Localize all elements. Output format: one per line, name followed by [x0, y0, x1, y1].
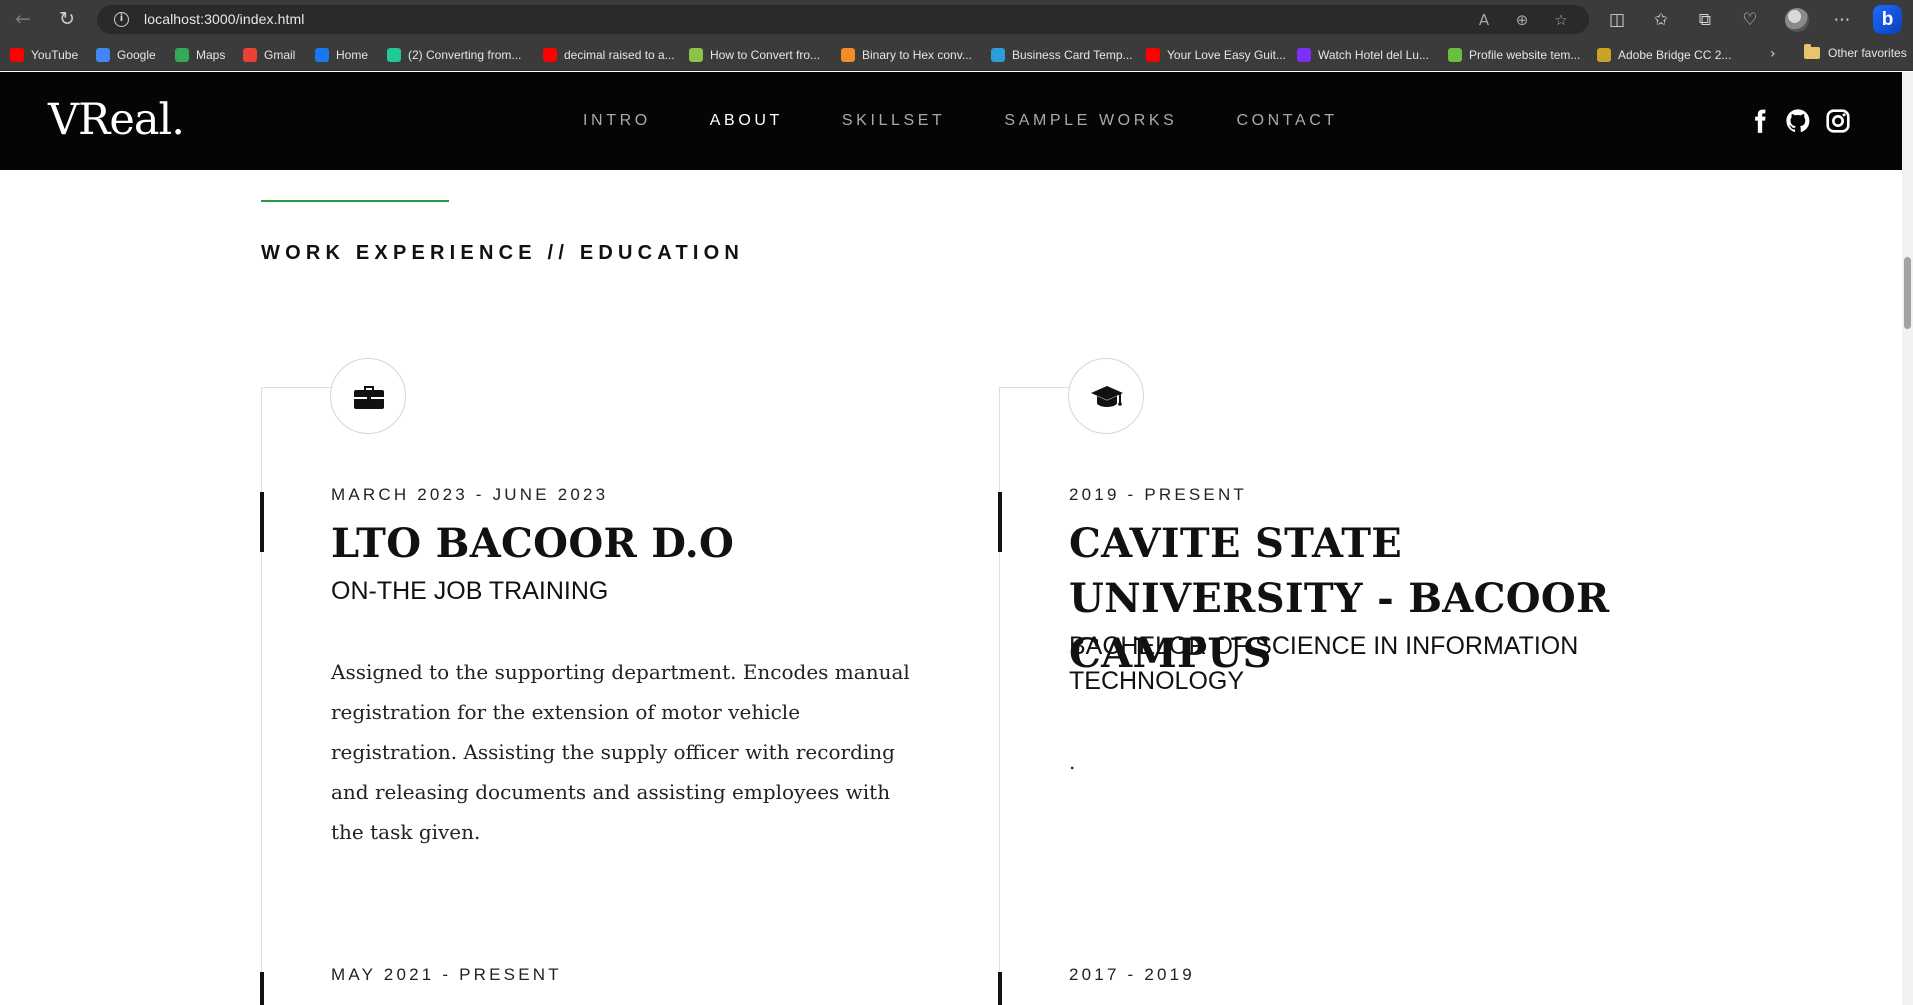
google-icon	[96, 48, 110, 62]
bookmark-label: Gmail	[264, 48, 296, 62]
bookmark-label: Business Card Temp...	[1012, 48, 1133, 62]
main-nav: INTRO ABOUT SKILLSET SAMPLE WORKS CONTAC…	[583, 111, 1397, 131]
bookmarks-bar: YouTube Google Maps Gmail Home (2) Conve…	[0, 39, 1913, 71]
bookmark-label: Home	[336, 48, 369, 62]
bookmark-maps[interactable]: Maps	[175, 46, 225, 64]
back-button[interactable]: ←	[10, 6, 36, 32]
site-header: VReal. INTRO ABOUT SKILLSET SAMPLE WORKS…	[0, 72, 1902, 170]
site-logo[interactable]: VReal.	[48, 95, 185, 145]
youtube-icon	[543, 48, 557, 62]
bookmark-watch-hotel[interactable]: Watch Hotel del Lu...	[1297, 46, 1429, 64]
instagram-icon[interactable]	[1825, 108, 1851, 134]
entry-date: 2017 - 2019	[1069, 965, 1195, 984]
timeline-marker	[260, 492, 264, 552]
profile-avatar[interactable]	[1785, 8, 1809, 32]
nav-about[interactable]: ABOUT	[710, 111, 783, 131]
entry-description: .	[1069, 750, 1076, 774]
site-icon	[689, 48, 703, 62]
nav-contact[interactable]: CONTACT	[1236, 111, 1337, 131]
entry-role: BACHELOR OF SCIENCE IN INFORMATION TECHN…	[1069, 632, 1579, 695]
nav-sample-works[interactable]: SAMPLE WORKS	[1004, 111, 1177, 131]
bookmark-business-card[interactable]: Business Card Temp...	[991, 46, 1133, 64]
graduation-cap-icon	[1091, 386, 1123, 407]
site-info-icon[interactable]: i	[114, 12, 129, 27]
bookmark-label: How to Convert fro...	[710, 48, 821, 62]
bookmark-label: Your Love Easy Guit...	[1167, 48, 1286, 62]
favorite-star-icon[interactable]: ☆	[1550, 9, 1572, 31]
favorites-icon[interactable]: ✩	[1648, 7, 1674, 33]
bookmark-how-to-convert[interactable]: How to Convert fro...	[689, 46, 820, 64]
site-icon	[991, 48, 1005, 62]
other-favorites[interactable]: Other favorites	[1828, 46, 1907, 60]
reload-button[interactable]: ↻	[54, 6, 80, 32]
site-icon	[387, 48, 401, 62]
read-aloud-icon[interactable]: A	[1473, 9, 1495, 31]
timeline-connector	[999, 387, 1069, 388]
bookmark-label: Google	[117, 48, 156, 62]
page-scrollbar[interactable]	[1902, 72, 1913, 1005]
briefcase-icon	[354, 386, 384, 409]
bookmark-decimal[interactable]: decimal raised to a...	[543, 46, 675, 64]
bookmark-label: Watch Hotel del Lu...	[1318, 48, 1429, 62]
bookmark-label: decimal raised to a...	[564, 48, 675, 62]
facebook-icon	[315, 48, 329, 62]
nav-skillset[interactable]: SKILLSET	[842, 111, 946, 131]
site-icon	[1597, 48, 1611, 62]
entry-date: MARCH 2023 - JUNE 2023	[331, 485, 609, 504]
timeline-connector	[261, 387, 331, 388]
page-viewport: VReal. INTRO ABOUT SKILLSET SAMPLE WORKS…	[0, 72, 1913, 1005]
youtube-icon	[1146, 48, 1160, 62]
collections-icon[interactable]: ⧉	[1692, 7, 1718, 33]
bookmark-binary-to-hex[interactable]: Binary to Hex conv...	[841, 46, 972, 64]
bookmark-adobe-bridge[interactable]: Adobe Bridge CC 2...	[1597, 46, 1731, 64]
site-icon	[1297, 48, 1311, 62]
work-timeline	[261, 387, 262, 1005]
zoom-icon[interactable]: ⊕	[1511, 9, 1533, 31]
url-text[interactable]: localhost:3000/index.html	[144, 11, 305, 27]
entry-organization: LTO BACOOR D.O	[331, 520, 735, 567]
timeline-marker	[260, 972, 264, 1005]
youtube-icon	[10, 48, 24, 62]
bookmark-gmail[interactable]: Gmail	[243, 46, 295, 64]
section-title: WORK EXPERIENCE // EDUCATION	[261, 242, 745, 264]
scrollbar-thumb[interactable]	[1904, 257, 1911, 329]
entry-date: MAY 2021 - PRESENT	[331, 965, 562, 984]
entry-description: Assigned to the supporting department. E…	[331, 660, 910, 844]
education-timeline	[999, 387, 1000, 1005]
bookmark-label: Profile website tem...	[1469, 48, 1581, 62]
work-icon-circle	[330, 358, 406, 434]
chevron-right-icon[interactable]: ›	[1770, 46, 1776, 62]
bookmark-converting[interactable]: (2) Converting from...	[387, 46, 521, 64]
facebook-icon[interactable]	[1747, 108, 1773, 134]
bookmark-google[interactable]: Google	[96, 46, 156, 64]
timeline-marker	[998, 972, 1002, 1005]
entry-role: ON-THE JOB TRAINING	[331, 577, 609, 605]
more-options-icon[interactable]: ⋯	[1829, 7, 1855, 33]
gmail-icon	[243, 48, 257, 62]
site-icon	[841, 48, 855, 62]
bing-copilot-icon[interactable]: b	[1873, 5, 1902, 34]
nav-intro[interactable]: INTRO	[583, 111, 651, 131]
section-accent-line	[261, 200, 449, 202]
browser-toolbar: ← ↻ i localhost:3000/index.html A ⊕ ☆ ◫ …	[0, 0, 1913, 39]
browser-essentials-icon[interactable]: ♡	[1737, 7, 1763, 33]
site-icon	[1448, 48, 1462, 62]
bookmark-home[interactable]: Home	[315, 46, 368, 64]
bookmark-profile-website[interactable]: Profile website tem...	[1448, 46, 1580, 64]
bookmark-your-love[interactable]: Your Love Easy Guit...	[1146, 46, 1286, 64]
github-icon[interactable]	[1785, 108, 1811, 134]
entry-date: 2019 - PRESENT	[1069, 485, 1248, 504]
split-screen-icon[interactable]: ◫	[1604, 7, 1630, 33]
bookmark-label: Maps	[196, 48, 226, 62]
address-bar[interactable]: i localhost:3000/index.html A ⊕ ☆	[97, 5, 1589, 34]
education-icon-circle	[1068, 358, 1144, 434]
maps-icon	[175, 48, 189, 62]
timeline-marker	[998, 492, 1002, 552]
bookmark-label: (2) Converting from...	[408, 48, 522, 62]
bookmark-label: YouTube	[31, 48, 79, 62]
bookmark-label: Adobe Bridge CC 2...	[1618, 48, 1732, 62]
bookmark-youtube[interactable]: YouTube	[10, 46, 78, 64]
folder-icon	[1804, 44, 1820, 59]
bookmark-label: Binary to Hex conv...	[862, 48, 972, 62]
